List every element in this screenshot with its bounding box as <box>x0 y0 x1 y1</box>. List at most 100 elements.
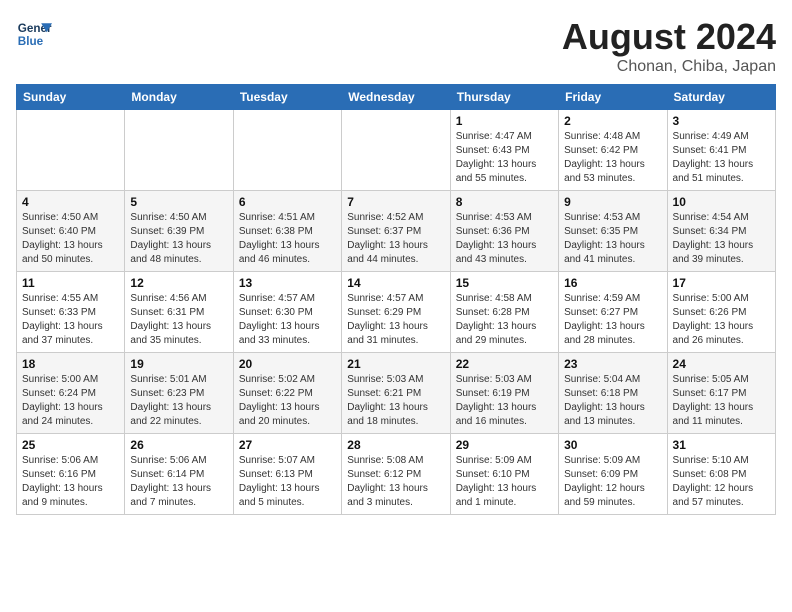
day-number: 6 <box>239 195 336 209</box>
weekday-header: Wednesday <box>342 85 450 110</box>
day-number: 30 <box>564 438 661 452</box>
day-info: Sunrise: 4:52 AM Sunset: 6:37 PM Dayligh… <box>347 211 444 267</box>
calendar-cell: 12Sunrise: 4:56 AM Sunset: 6:31 PM Dayli… <box>125 272 233 353</box>
page-header: General Blue August 2024 Chonan, Chiba, … <box>16 16 776 76</box>
day-number: 19 <box>130 357 227 371</box>
day-info: Sunrise: 5:06 AM Sunset: 6:16 PM Dayligh… <box>22 454 119 510</box>
weekday-header: Sunday <box>17 85 125 110</box>
calendar-cell: 19 Sunrise: 5:01 AM Sunset: 6:23 PM Dayli… <box>125 353 233 434</box>
title-block: August 2024 Chonan, Chiba, Japan <box>562 16 776 76</box>
calendar-cell: 1Sunrise: 4:47 AM Sunset: 6:43 PM Daylig… <box>450 110 558 191</box>
day-info: Sunrise: 4:59 AM Sunset: 6:27 PM Dayligh… <box>564 292 661 348</box>
calendar-cell: 31Sunrise: 5:10 AM Sunset: 6:08 PM Dayli… <box>667 434 775 515</box>
calendar-cell: 25 Sunrise: 5:06 AM Sunset: 6:16 PM Dayli… <box>17 434 125 515</box>
day-number: 22 <box>456 357 553 371</box>
day-info: Sunrise: 5:00 AM Sunset: 6:24 PM Dayligh… <box>22 373 119 429</box>
day-number: 21 <box>347 357 444 371</box>
weekday-header: Saturday <box>667 85 775 110</box>
day-number: 15 <box>456 276 553 290</box>
calendar-cell: 21 Sunrise: 5:03 AM Sunset: 6:21 PM Dayli… <box>342 353 450 434</box>
day-info: Sunrise: 4:53 AM Sunset: 6:35 PM Dayligh… <box>564 211 661 267</box>
weekday-header: Tuesday <box>233 85 341 110</box>
day-info: Sunrise: 5:06 AM Sunset: 6:14 PM Dayligh… <box>130 454 227 510</box>
calendar-week-row: 1Sunrise: 4:47 AM Sunset: 6:43 PM Daylig… <box>17 110 776 191</box>
calendar-week-row: 4 Sunrise: 4:50 AM Sunset: 6:40 PM Daylig… <box>17 191 776 272</box>
day-number: 14 <box>347 276 444 290</box>
day-info: Sunrise: 5:09 AM Sunset: 6:09 PM Dayligh… <box>564 454 661 510</box>
calendar-cell: 8 Sunrise: 4:53 AM Sunset: 6:36 PM Daylig… <box>450 191 558 272</box>
weekday-header: Thursday <box>450 85 558 110</box>
day-number: 16 <box>564 276 661 290</box>
calendar-cell: 6 Sunrise: 4:51 AM Sunset: 6:38 PM Daylig… <box>233 191 341 272</box>
calendar-week-row: 18 Sunrise: 5:00 AM Sunset: 6:24 PM Dayli… <box>17 353 776 434</box>
day-info: Sunrise: 4:54 AM Sunset: 6:34 PM Dayligh… <box>673 211 770 267</box>
day-info: Sunrise: 5:05 AM Sunset: 6:17 PM Dayligh… <box>673 373 770 429</box>
day-info: Sunrise: 5:08 AM Sunset: 6:12 PM Dayligh… <box>347 454 444 510</box>
day-info: Sunrise: 4:48 AM Sunset: 6:42 PM Dayligh… <box>564 130 661 186</box>
day-info: Sunrise: 4:53 AM Sunset: 6:36 PM Dayligh… <box>456 211 553 267</box>
calendar-cell: 4 Sunrise: 4:50 AM Sunset: 6:40 PM Daylig… <box>17 191 125 272</box>
day-info: Sunrise: 5:02 AM Sunset: 6:22 PM Dayligh… <box>239 373 336 429</box>
calendar-cell: 29Sunrise: 5:09 AM Sunset: 6:10 PM Dayli… <box>450 434 558 515</box>
location-subtitle: Chonan, Chiba, Japan <box>562 58 776 76</box>
day-info: Sunrise: 5:03 AM Sunset: 6:21 PM Dayligh… <box>347 373 444 429</box>
svg-text:Blue: Blue <box>18 35 44 48</box>
calendar-cell: 15 Sunrise: 4:58 AM Sunset: 6:28 PM Dayli… <box>450 272 558 353</box>
day-info: Sunrise: 5:04 AM Sunset: 6:18 PM Dayligh… <box>564 373 661 429</box>
day-info: Sunrise: 5:10 AM Sunset: 6:08 PM Dayligh… <box>673 454 770 510</box>
calendar-cell: 5Sunrise: 4:50 AM Sunset: 6:39 PM Daylig… <box>125 191 233 272</box>
calendar-cell: 30 Sunrise: 5:09 AM Sunset: 6:09 PM Dayli… <box>559 434 667 515</box>
calendar-cell: 3 Sunrise: 4:49 AM Sunset: 6:41 PM Daylig… <box>667 110 775 191</box>
calendar-cell: 9Sunrise: 4:53 AM Sunset: 6:35 PM Daylig… <box>559 191 667 272</box>
day-number: 10 <box>673 195 770 209</box>
day-info: Sunrise: 4:55 AM Sunset: 6:33 PM Dayligh… <box>22 292 119 348</box>
day-number: 26 <box>130 438 227 452</box>
day-number: 4 <box>22 195 119 209</box>
calendar-week-row: 25 Sunrise: 5:06 AM Sunset: 6:16 PM Dayli… <box>17 434 776 515</box>
calendar-cell: 7 Sunrise: 4:52 AM Sunset: 6:37 PM Daylig… <box>342 191 450 272</box>
day-info: Sunrise: 4:58 AM Sunset: 6:28 PM Dayligh… <box>456 292 553 348</box>
day-number: 20 <box>239 357 336 371</box>
calendar-cell: 2Sunrise: 4:48 AM Sunset: 6:42 PM Daylig… <box>559 110 667 191</box>
calendar-cell: 22 Sunrise: 5:03 AM Sunset: 6:19 PM Dayli… <box>450 353 558 434</box>
day-number: 3 <box>673 114 770 128</box>
day-number: 13 <box>239 276 336 290</box>
weekday-header: Friday <box>559 85 667 110</box>
calendar-cell: 20 Sunrise: 5:02 AM Sunset: 6:22 PM Dayli… <box>233 353 341 434</box>
month-year-title: August 2024 <box>562 16 776 58</box>
day-number: 28 <box>347 438 444 452</box>
calendar-cell: 13 Sunrise: 4:57 AM Sunset: 6:30 PM Dayli… <box>233 272 341 353</box>
day-info: Sunrise: 4:51 AM Sunset: 6:38 PM Dayligh… <box>239 211 336 267</box>
day-info: Sunrise: 5:01 AM Sunset: 6:23 PM Dayligh… <box>130 373 227 429</box>
calendar-cell: 17 Sunrise: 5:00 AM Sunset: 6:26 PM Dayli… <box>667 272 775 353</box>
day-number: 8 <box>456 195 553 209</box>
calendar-cell: 27 Sunrise: 5:07 AM Sunset: 6:13 PM Dayli… <box>233 434 341 515</box>
calendar-cell <box>125 110 233 191</box>
calendar-header: SundayMondayTuesdayWednesdayThursdayFrid… <box>17 85 776 110</box>
day-info: Sunrise: 5:03 AM Sunset: 6:19 PM Dayligh… <box>456 373 553 429</box>
calendar-cell <box>233 110 341 191</box>
day-number: 7 <box>347 195 444 209</box>
calendar-body: 1Sunrise: 4:47 AM Sunset: 6:43 PM Daylig… <box>17 110 776 515</box>
calendar-cell: 16 Sunrise: 4:59 AM Sunset: 6:27 PM Dayli… <box>559 272 667 353</box>
day-info: Sunrise: 4:47 AM Sunset: 6:43 PM Dayligh… <box>456 130 553 186</box>
day-number: 17 <box>673 276 770 290</box>
day-info: Sunrise: 5:00 AM Sunset: 6:26 PM Dayligh… <box>673 292 770 348</box>
day-info: Sunrise: 4:57 AM Sunset: 6:29 PM Dayligh… <box>347 292 444 348</box>
calendar-cell: 14 Sunrise: 4:57 AM Sunset: 6:29 PM Dayli… <box>342 272 450 353</box>
day-number: 25 <box>22 438 119 452</box>
day-info: Sunrise: 4:50 AM Sunset: 6:40 PM Dayligh… <box>22 211 119 267</box>
calendar-table: SundayMondayTuesdayWednesdayThursdayFrid… <box>16 84 776 515</box>
logo: General Blue <box>16 16 52 52</box>
day-number: 18 <box>22 357 119 371</box>
day-number: 27 <box>239 438 336 452</box>
logo-icon: General Blue <box>16 16 52 52</box>
day-number: 12 <box>130 276 227 290</box>
day-info: Sunrise: 5:07 AM Sunset: 6:13 PM Dayligh… <box>239 454 336 510</box>
day-number: 11 <box>22 276 119 290</box>
calendar-cell: 18 Sunrise: 5:00 AM Sunset: 6:24 PM Dayli… <box>17 353 125 434</box>
calendar-week-row: 11 Sunrise: 4:55 AM Sunset: 6:33 PM Dayli… <box>17 272 776 353</box>
day-info: Sunrise: 4:57 AM Sunset: 6:30 PM Dayligh… <box>239 292 336 348</box>
day-info: Sunrise: 4:49 AM Sunset: 6:41 PM Dayligh… <box>673 130 770 186</box>
day-number: 29 <box>456 438 553 452</box>
